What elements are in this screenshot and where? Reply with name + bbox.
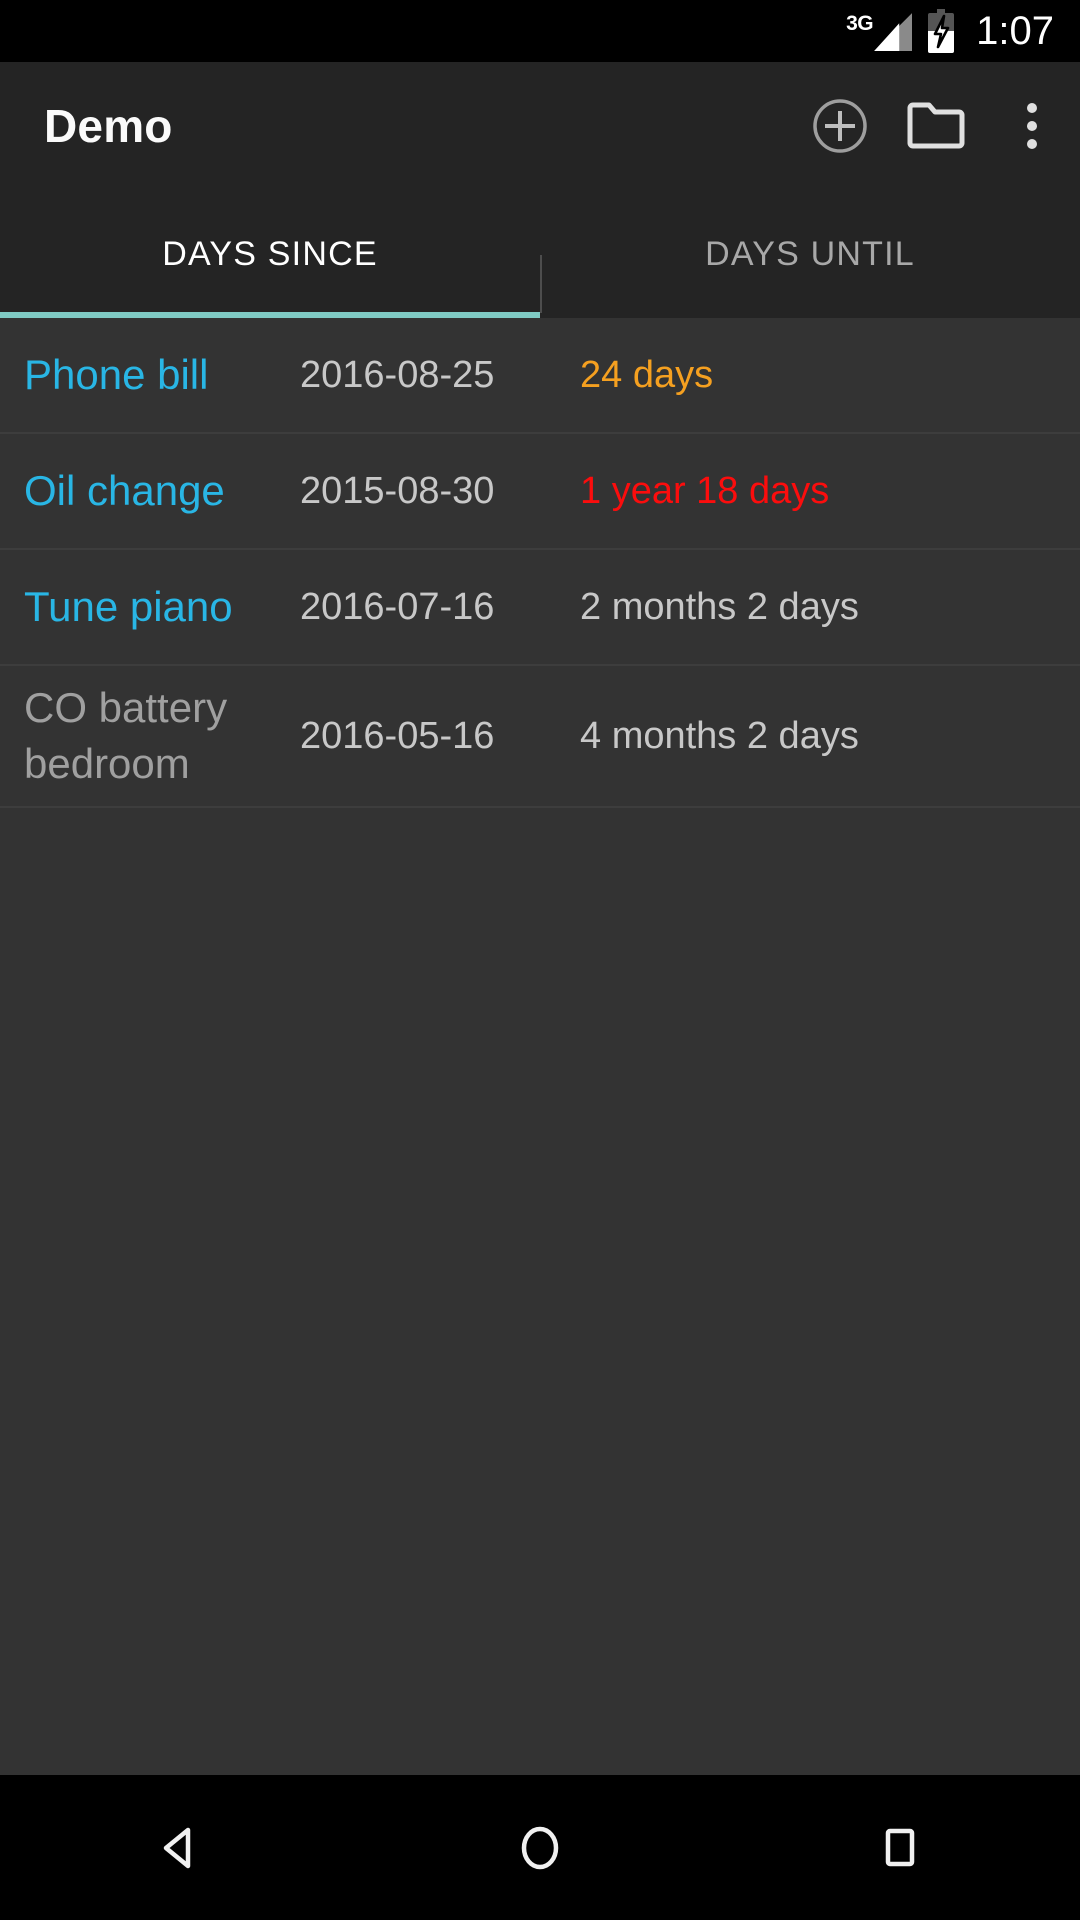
event-date: 2016-08-25: [300, 354, 495, 396]
tab-days-since-label: DAYS SINCE: [162, 234, 378, 273]
folder-button[interactable]: [888, 78, 984, 174]
status-bar: 3G 1:07: [0, 0, 1080, 62]
add-icon: [811, 97, 869, 155]
system-navigation-bar: [0, 1775, 1080, 1920]
tab-days-until-label: DAYS UNTIL: [705, 234, 915, 273]
folder-icon: [906, 100, 966, 152]
phone-screen: 3G 1:07 Demo DAYS SINCE DAYS UNTIL Phone…: [0, 0, 1080, 1920]
event-interval: 1 year 18 days: [580, 470, 830, 512]
event-interval: 2 months 2 days: [580, 586, 859, 628]
event-name: CO battery bedroom: [24, 684, 228, 787]
back-button[interactable]: [0, 1775, 360, 1920]
event-date: 2016-07-16: [300, 586, 495, 628]
event-name: Tune piano: [24, 583, 233, 630]
event-date: 2015-08-30: [300, 470, 495, 512]
table-row[interactable]: Tune piano 2016-07-16 2 months 2 days: [0, 550, 1080, 666]
recents-button[interactable]: [720, 1775, 1080, 1920]
tab-divider: [540, 255, 542, 313]
network-type-label: 3G: [846, 12, 874, 35]
event-date: 2016-05-16: [300, 715, 495, 757]
app-bar: Demo: [0, 62, 1080, 190]
add-button[interactable]: [792, 78, 888, 174]
signal-triangle: [874, 13, 913, 51]
event-interval: 24 days: [580, 354, 714, 396]
event-list[interactable]: Phone bill 2016-08-25 24 days Oil change…: [0, 318, 1080, 1775]
page-title: Demo: [44, 100, 173, 152]
clock: 1:07: [976, 9, 1054, 53]
event-name: Oil change: [24, 467, 225, 514]
tab-days-until[interactable]: DAYS UNTIL: [540, 190, 1080, 318]
recents-icon: [873, 1821, 927, 1875]
overflow-menu-icon: [1027, 96, 1037, 156]
overflow-menu-button[interactable]: [984, 78, 1080, 174]
tab-days-since[interactable]: DAYS SINCE: [0, 190, 540, 318]
event-name: Phone bill: [24, 351, 209, 398]
table-row[interactable]: CO battery bedroom 2016-05-16 4 months 2…: [0, 666, 1080, 808]
event-interval: 4 months 2 days: [580, 715, 859, 757]
battery-charging-icon: [926, 9, 956, 53]
back-icon: [153, 1821, 207, 1875]
table-row[interactable]: Phone bill 2016-08-25 24 days: [0, 318, 1080, 434]
home-icon: [513, 1821, 567, 1875]
signal-bars-icon: 3G: [846, 9, 913, 53]
home-button[interactable]: [360, 1775, 720, 1920]
table-row[interactable]: Oil change 2015-08-30 1 year 18 days: [0, 434, 1080, 550]
